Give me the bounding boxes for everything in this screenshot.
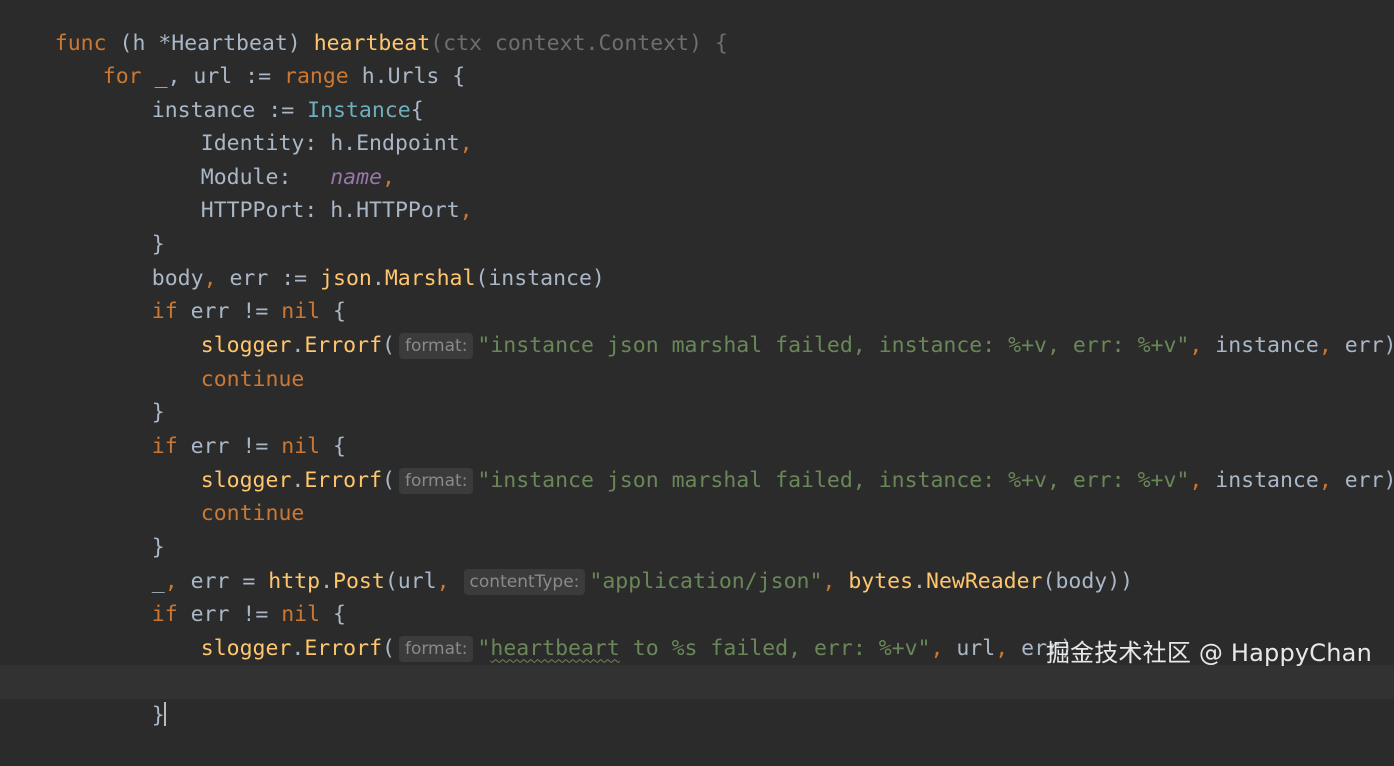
keyword: continue [200,366,305,392]
comma: , [1318,467,1332,493]
code-line-8: body, err := json.Marshal(instance) [100,228,605,291]
parameter-hint: format: [398,332,474,359]
code-line-4: Identity: h.Endpoint, [149,93,473,156]
function-name: Errorf [304,635,383,661]
code-text: (body)) [1042,568,1134,594]
string-literal: "instance json marshal failed, instance:… [477,467,1190,493]
function-name: NewReader [926,568,1043,594]
code-line-6: HTTPPort: h.HTTPPort, [149,160,473,223]
code-line-15: continue [149,463,305,526]
code-text: (url [384,568,437,594]
comma: , [1189,467,1203,493]
code-line-1: func (h *Heartbeat) heartbeat(ctx contex… [3,0,728,56]
code-text: url [943,635,996,661]
code-line-16: } [100,497,165,560]
code-text: HTTPPort: h.HTTPPort [200,197,460,223]
code-line-18: if err != nil { [100,564,346,627]
function-name: Errorf [304,467,383,493]
code-line-17: _, err = http.Post(url, contentType: "appl… [100,531,1133,595]
string-literal: to %s failed, err: %+v" [619,635,931,661]
comma: , [1189,332,1203,358]
text-caret [163,701,166,726]
code-text: . [371,265,385,291]
code-line-14: slogger.Errorf(format: "instance json mar… [149,430,1394,494]
string-literal: " [477,635,491,661]
code-line-9: if err != nil { [100,261,346,324]
code-text: ( [382,332,395,358]
code-line-13: if err != nil { [100,396,346,459]
parameter-hint: format: [398,635,474,662]
code-text: instance [1202,332,1319,358]
string-literal: "instance json marshal failed, instance:… [477,332,1190,358]
code-text: . [913,568,926,594]
code-text: err) [1331,332,1394,358]
comma: , [459,130,473,156]
code-text: ( [382,467,395,493]
comma: , [436,568,450,594]
comma: , [1318,332,1332,358]
comma: , [930,635,944,661]
function-name: Errorf [304,332,383,358]
code-editor[interactable]: func (h *Heartbeat) heartbeat(ctx contex… [0,0,1394,728]
parameter-hint: contentType: [463,568,586,595]
code-line-20: continue [149,631,305,694]
watermark: 掘金技术社区 @ HappyChan [1045,639,1372,667]
typo-warning: heartbeart [490,635,620,661]
code-line-5: Module: name, [149,127,395,190]
code-line-11: continue [149,329,305,392]
string-literal: "application/json" [589,568,823,594]
code-line-19: slogger.Errorf(format: "heartbeart to %s … [149,598,1073,662]
comma: , [459,197,473,223]
comma: , [995,635,1009,661]
code-line-10: slogger.Errorf(format: "instance json mar… [149,295,1394,359]
package-name: bytes [835,568,914,594]
code-text: err) [1331,467,1394,493]
code-line-3: instance := Instance{ [100,60,424,123]
comma: , [822,568,836,594]
code-text: ( [382,635,395,661]
keyword: continue [200,500,305,526]
code-line-2: for _, url := range h.Urls { [51,26,465,89]
parameter-hint: format: [398,467,474,494]
function-name: Marshal [384,265,476,291]
code-text: (instance) [475,265,605,291]
current-line[interactable]: } [0,665,1394,728]
code-text: instance [1202,467,1319,493]
code-text: (ctx context.Context) { [430,30,728,56]
code-line-7: } [100,194,165,257]
code-line-12: } [100,362,165,425]
